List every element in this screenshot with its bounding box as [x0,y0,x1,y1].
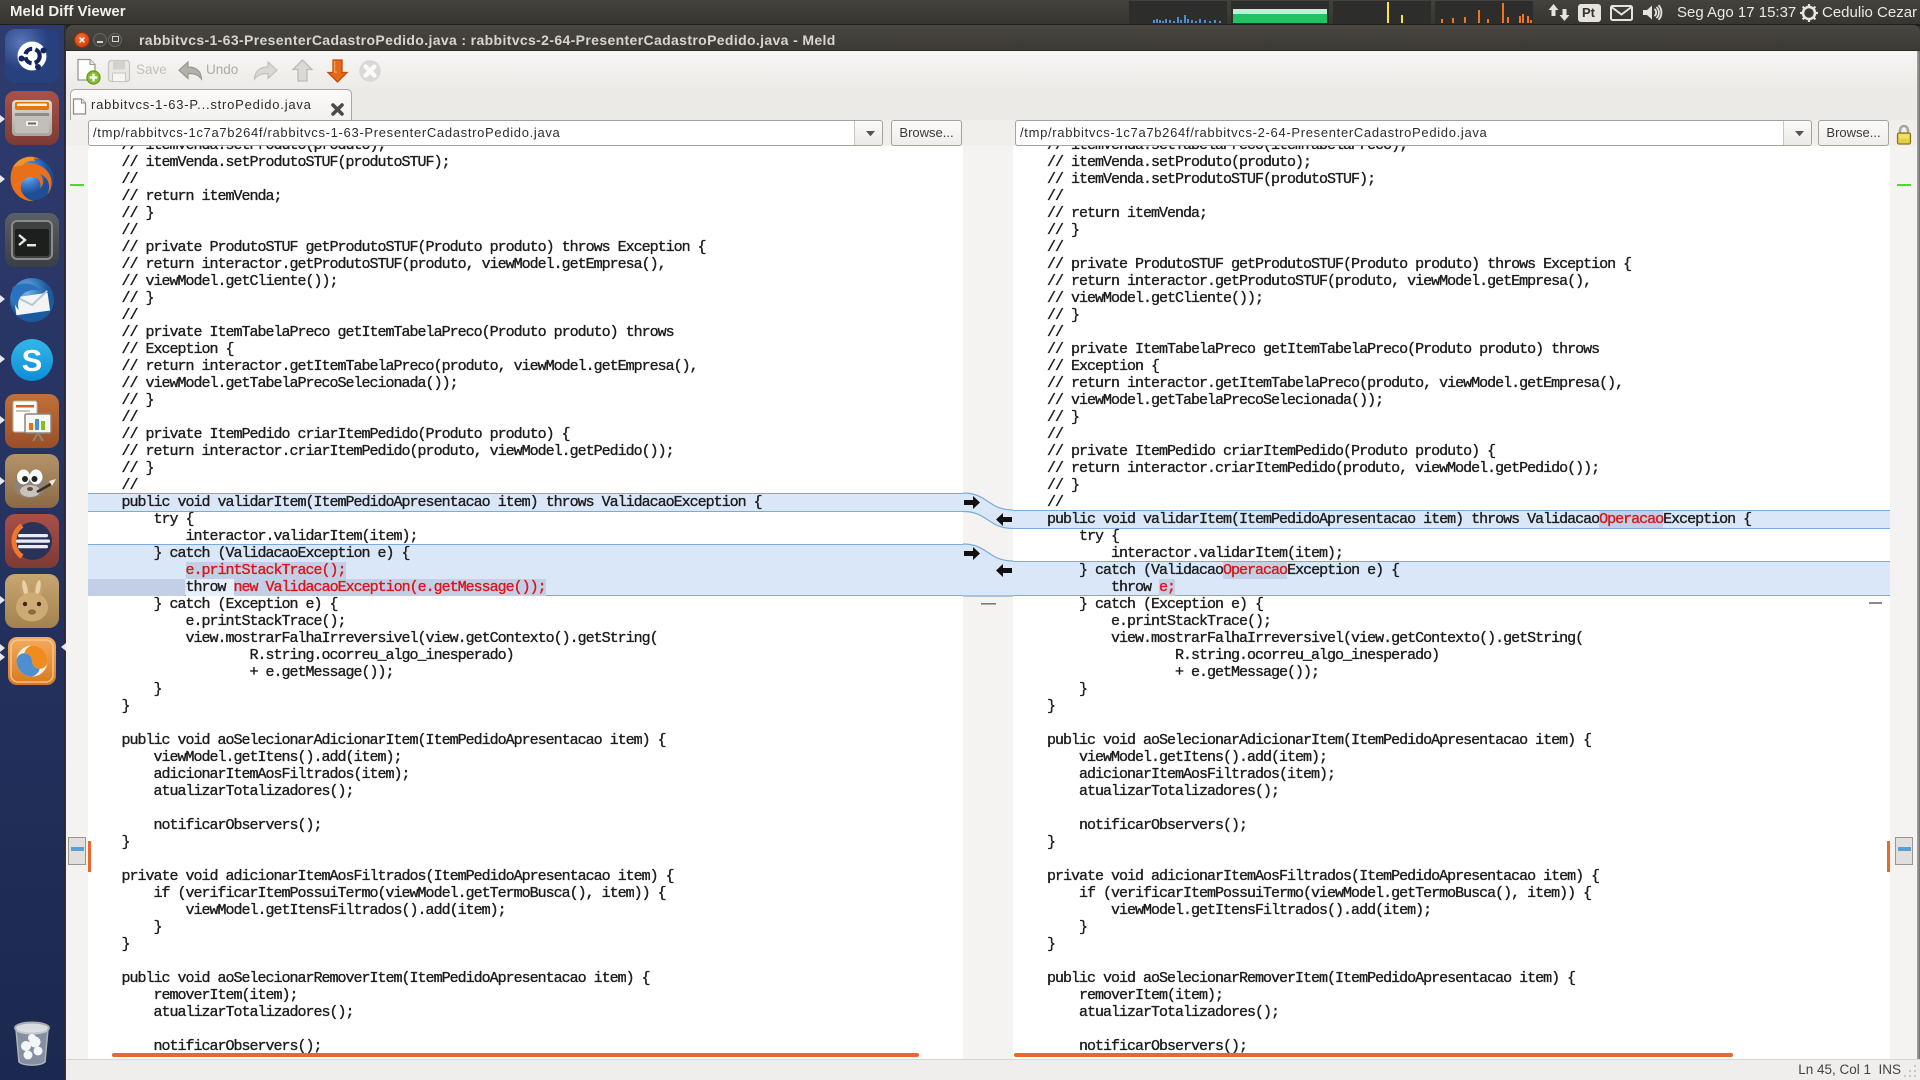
svg-text:S: S [22,343,43,378]
